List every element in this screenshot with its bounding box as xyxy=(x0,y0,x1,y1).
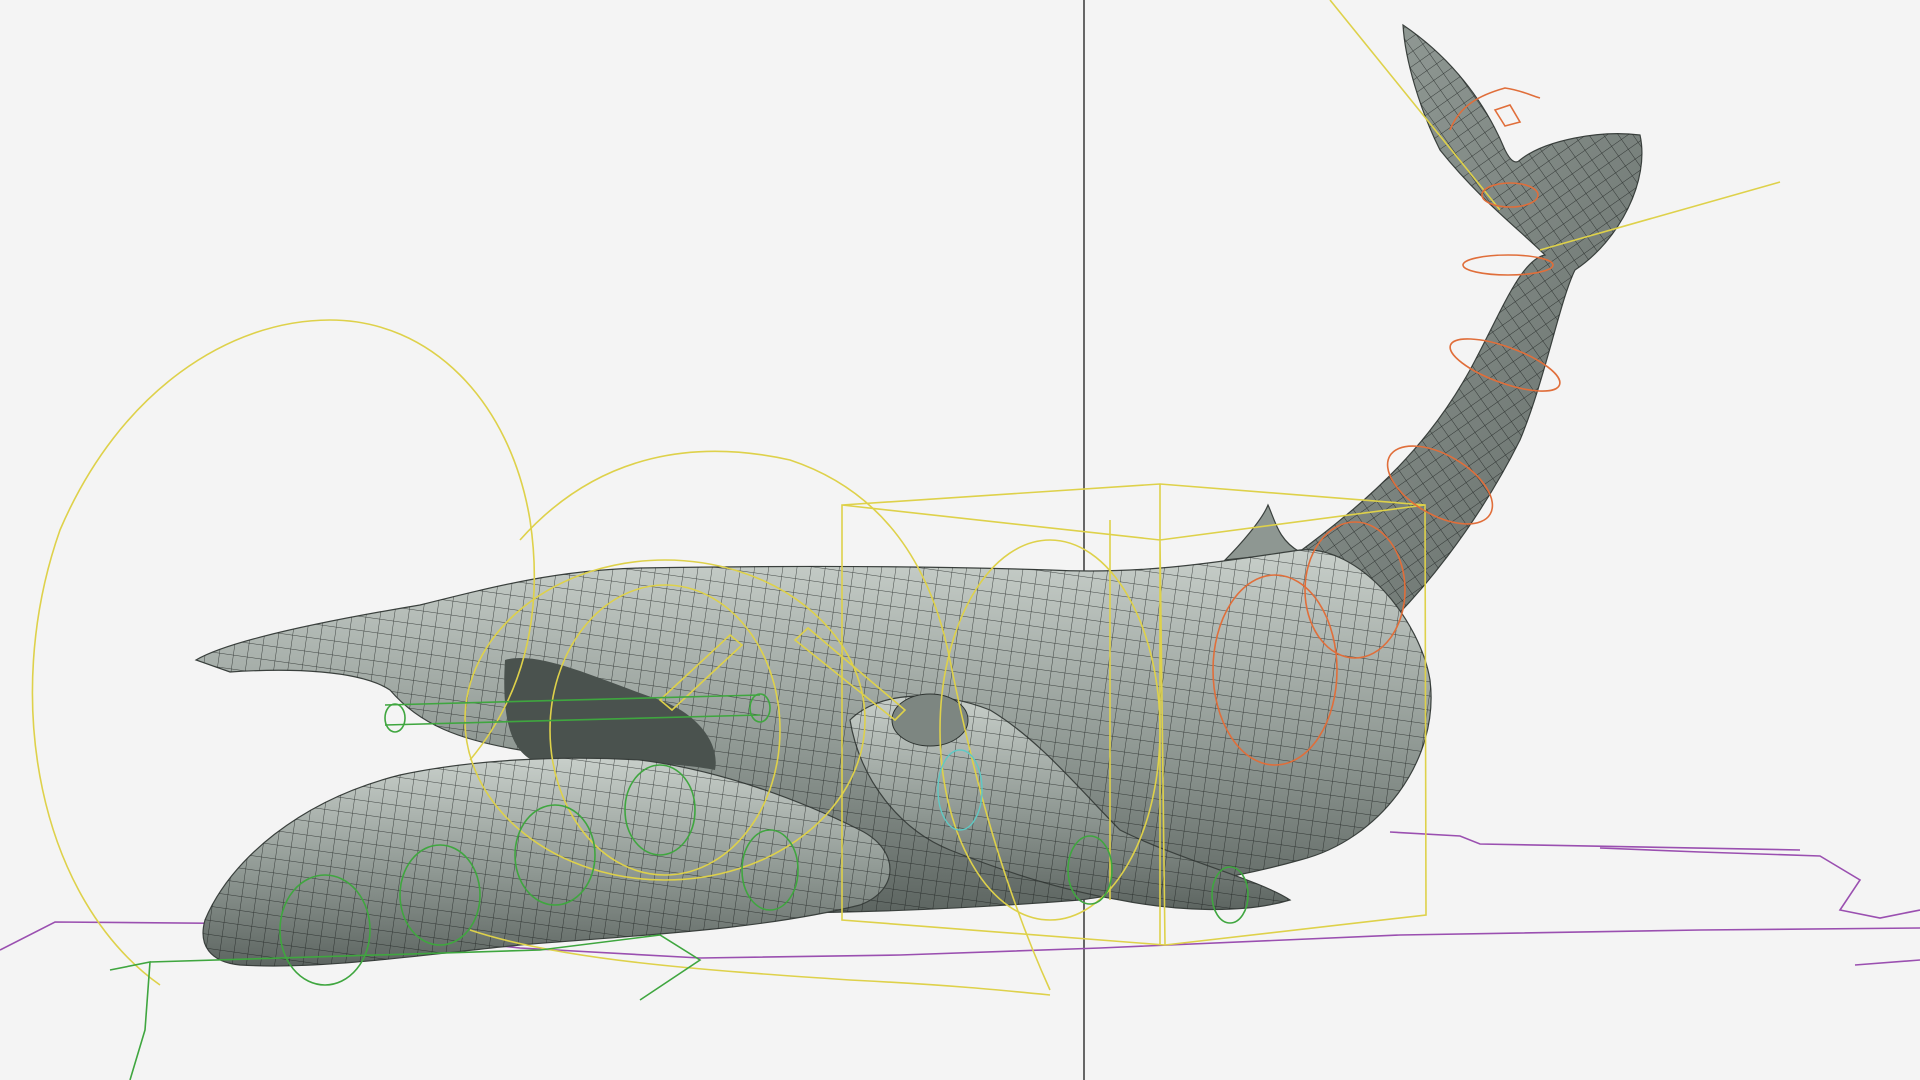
3d-viewport[interactable] xyxy=(0,0,1920,1080)
whale-rig-scene[interactable] xyxy=(0,0,1920,1080)
jaw-green-end-left[interactable] xyxy=(384,703,406,733)
whale-eye-area xyxy=(891,693,969,747)
